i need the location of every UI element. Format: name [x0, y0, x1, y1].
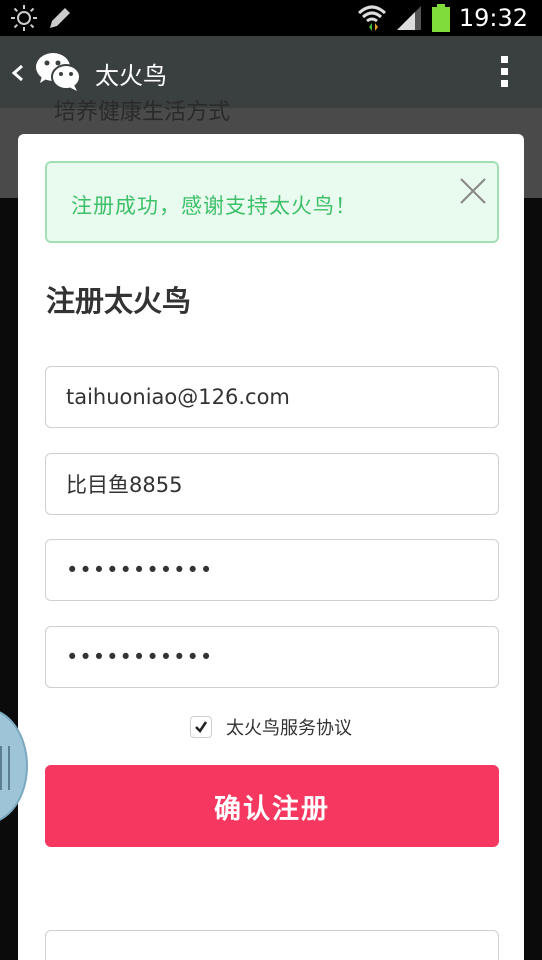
confirm-register-button[interactable]: 确认注册 — [45, 765, 499, 847]
password-field[interactable] — [45, 539, 499, 601]
register-modal: 注册成功，感谢支持太火鸟！ 注册太火鸟 太火鸟服务协议 确认注册 — [18, 134, 524, 960]
next-field-partial[interactable] — [45, 930, 499, 960]
back-icon[interactable] — [8, 58, 28, 88]
status-time: 19:32 — [458, 4, 528, 32]
success-alert: 注册成功，感谢支持太火鸟！ — [45, 161, 499, 243]
success-message: 注册成功，感谢支持太火鸟！ — [71, 194, 357, 218]
battery-icon — [431, 4, 450, 32]
agreement-checkbox[interactable] — [190, 716, 212, 738]
form-title: 注册太火鸟 — [46, 284, 192, 318]
background-text: 培养健康生活方式 — [54, 100, 231, 125]
signal-icon — [396, 6, 421, 30]
status-bar: 19:32 — [0, 0, 542, 36]
confirm-password-field[interactable] — [45, 626, 499, 688]
grip-icon — [0, 746, 10, 790]
status-bar-right: 19:32 — [357, 2, 528, 34]
status-bar-left — [10, 4, 74, 32]
close-icon[interactable] — [459, 177, 487, 205]
brightness-icon — [11, 5, 37, 31]
edit-icon — [50, 8, 70, 28]
more-icon[interactable] — [500, 54, 510, 90]
check-icon — [195, 721, 208, 733]
screen: 19:32 太火鸟 培养健康生活方式 注册成功，感谢支持太火鸟！ 注册太火鸟 t… — [0, 0, 542, 960]
app-title: 太火鸟 — [95, 62, 167, 90]
agreement-link[interactable]: 太火鸟服务协议 — [226, 714, 352, 740]
wifi-icon — [357, 5, 386, 31]
agreement-row: 太火鸟服务协议 — [18, 712, 524, 742]
email-field[interactable] — [45, 366, 499, 428]
nickname-field[interactable] — [45, 453, 499, 515]
wechat-icon — [36, 53, 81, 91]
